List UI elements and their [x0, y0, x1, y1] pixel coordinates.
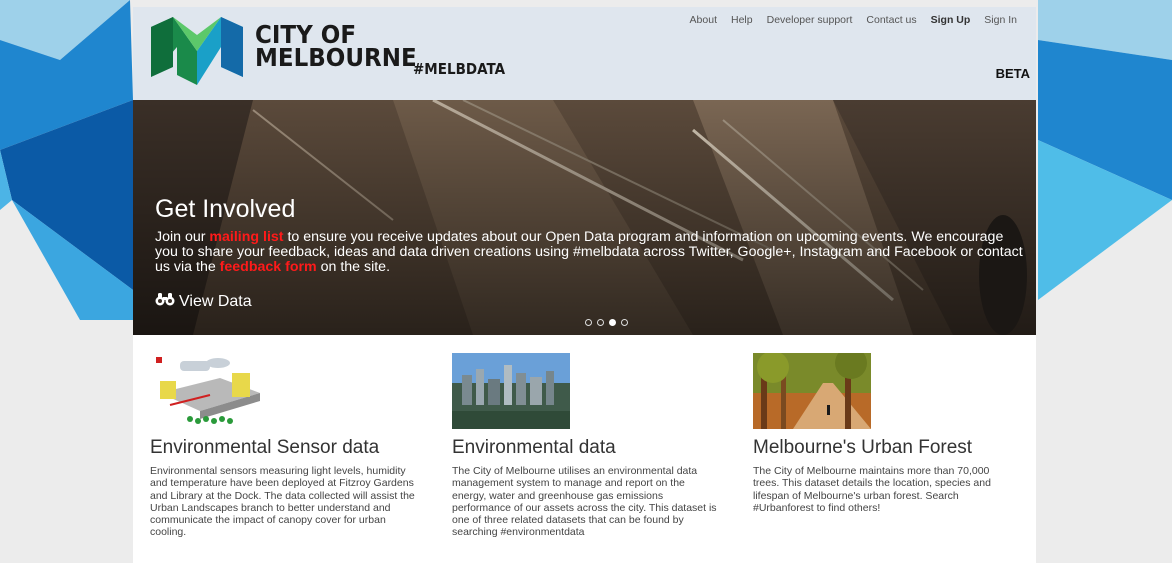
sensor-diagram-thumbnail[interactable]	[150, 353, 268, 429]
carousel-indicators	[585, 319, 628, 326]
card-title[interactable]: Environmental data	[452, 437, 717, 459]
hero-text-part1: Join our	[155, 229, 210, 245]
card-title[interactable]: Environmental Sensor data	[150, 437, 415, 459]
hero-carousel: Get Involved Join our mailing list to en…	[133, 100, 1036, 335]
hero-description: Join our mailing list to ensure you rece…	[155, 230, 1025, 275]
dataset-card-environmental[interactable]: Environmental data The City of Melbourne…	[452, 353, 717, 539]
card-title[interactable]: Melbourne's Urban Forest	[753, 437, 1018, 459]
carousel-dot-1[interactable]	[585, 319, 592, 326]
urban-forest-thumbnail[interactable]	[753, 353, 871, 429]
carousel-dot-4[interactable]	[621, 319, 628, 326]
nav-contact-us[interactable]: Contact us	[866, 14, 916, 26]
nav-developer-support[interactable]: Developer support	[767, 14, 853, 26]
beta-badge: BETA	[995, 66, 1030, 81]
card-description: The City of Melbourne utilises an enviro…	[452, 465, 717, 539]
carousel-dot-2[interactable]	[597, 319, 604, 326]
city-aerial-thumbnail[interactable]	[452, 353, 570, 429]
site-header: CITY OF MELBOURNE #MELBDATA About Help D…	[133, 7, 1036, 100]
nav-about[interactable]: About	[690, 14, 717, 26]
view-data-button[interactable]: View Data	[155, 292, 252, 311]
mailing-list-link[interactable]: mailing list	[209, 229, 283, 245]
nav-sign-in[interactable]: Sign In	[984, 14, 1017, 26]
carousel-dot-3[interactable]	[609, 319, 616, 326]
top-navigation: About Help Developer support Contact us …	[690, 14, 1017, 26]
brand-wordmark[interactable]: CITY OF MELBOURNE	[255, 22, 417, 72]
dataset-card-sensor[interactable]: Environmental Sensor data Environmental …	[150, 353, 415, 539]
card-description: The City of Melbourne maintains more tha…	[753, 465, 991, 514]
hero-text-part3: on the site.	[316, 259, 391, 275]
nav-help[interactable]: Help	[731, 14, 753, 26]
melbourne-m-logo[interactable]	[151, 17, 243, 85]
feedback-form-link[interactable]: feedback form	[220, 259, 317, 275]
binoculars-icon	[155, 292, 175, 311]
card-description: Environmental sensors measuring light le…	[150, 465, 415, 539]
view-data-label: View Data	[179, 292, 252, 310]
nav-sign-up[interactable]: Sign Up	[931, 14, 971, 26]
brand-tagline: #MELBDATA	[413, 60, 506, 78]
hero-title: Get Involved	[155, 195, 296, 223]
dataset-card-urban-forest[interactable]: Melbourne's Urban Forest The City of Mel…	[753, 353, 1018, 514]
brand-line2: MELBOURNE	[255, 43, 417, 72]
